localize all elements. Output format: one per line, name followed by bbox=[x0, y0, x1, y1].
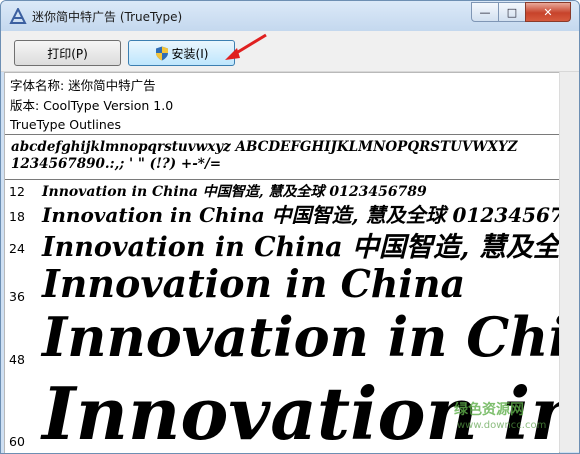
sample-text: Innovation in China bbox=[42, 305, 559, 369]
font-info: 字体名称: 迷你简中特广告 版本: CoolType Version 1.0 T… bbox=[10, 76, 173, 135]
install-button-label: 安装(I) bbox=[171, 46, 209, 61]
size-label: 18 bbox=[9, 209, 25, 224]
annotation-arrow-icon bbox=[225, 33, 267, 60]
maximize-button[interactable]: □ bbox=[498, 2, 526, 22]
font-type: TrueType Outlines bbox=[10, 117, 121, 132]
close-button[interactable]: ✕ bbox=[525, 2, 571, 22]
sample-text: Innovation in China 中国智造, 慧及全球 012345678… bbox=[42, 184, 427, 200]
watermark-url: www.downcc.com bbox=[457, 420, 547, 431]
sample-text: Innovation in China 中国智造, 慧及全球 012345678… bbox=[42, 203, 560, 227]
size-label: 24 bbox=[9, 241, 25, 256]
maximize-icon: □ bbox=[506, 5, 518, 19]
divider bbox=[5, 134, 559, 135]
size-label: 12 bbox=[9, 184, 25, 199]
window-title: 迷你简中特广告 (TrueType) bbox=[32, 10, 183, 24]
title-bar[interactable]: 迷你简中特广告 (TrueType) — □ ✕ bbox=[1, 1, 579, 31]
uac-shield-icon bbox=[155, 46, 168, 60]
charset-letters: abcdefghijklmnopqrstuvwxyz ABCDEFGHIJKLM… bbox=[11, 139, 518, 155]
minimize-icon: — bbox=[479, 5, 491, 19]
install-button[interactable]: 安装(I) bbox=[128, 40, 235, 66]
close-icon: ✕ bbox=[543, 5, 553, 19]
size-label: 60 bbox=[9, 434, 25, 449]
minimize-button[interactable]: — bbox=[471, 2, 499, 22]
watermark-text: 绿色资源网 bbox=[454, 402, 524, 418]
font-name: 字体名称: 迷你简中特广告 bbox=[10, 78, 156, 93]
font-app-icon bbox=[9, 8, 27, 24]
charset-digits-symbols: 1234567890.:,; ' " (!?) +-*/= bbox=[11, 156, 222, 172]
font-viewer-window: 迷你简中特广告 (TrueType) — □ ✕ 打印(P) 安装(I) 字体名… bbox=[0, 0, 580, 454]
font-version: 版本: CoolType Version 1.0 bbox=[10, 97, 174, 113]
sample-text: Innovation in China 中国智造, 慧及全球 bbox=[42, 232, 560, 263]
size-label: 36 bbox=[9, 289, 25, 304]
toolbar: 打印(P) 安装(I) bbox=[1, 31, 579, 72]
size-label: 48 bbox=[9, 352, 25, 367]
sample-text: Innovation in China bbox=[42, 261, 466, 306]
print-button[interactable]: 打印(P) bbox=[14, 40, 121, 66]
divider bbox=[5, 179, 559, 180]
print-button-label: 打印(P) bbox=[47, 46, 88, 61]
vertical-scrollbar[interactable] bbox=[559, 72, 579, 452]
font-preview-area: 字体名称: 迷你简中特广告 版本: CoolType Version 1.0 T… bbox=[4, 72, 560, 453]
